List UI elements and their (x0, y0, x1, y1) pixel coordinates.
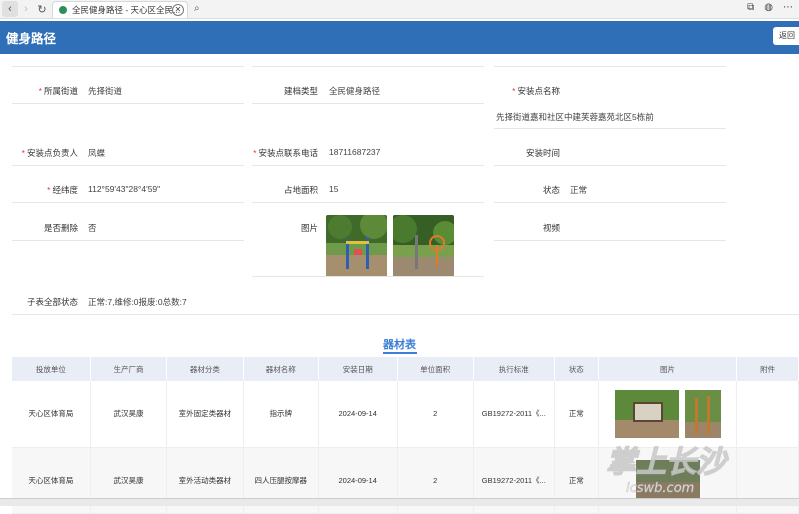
pictures-label: 图片 (300, 223, 318, 233)
divider (12, 202, 244, 203)
site-favicon-icon (59, 6, 67, 14)
equipment-table: 投放单位 生产厂商 器材分类 器材名称 安装日期 单位面积 执行标准 状态 图片… (12, 357, 799, 514)
deleted-label: 是否删除 (43, 223, 78, 233)
divider (252, 165, 484, 166)
more-menu-icon[interactable]: ⋯ (783, 2, 793, 13)
equipment-photo[interactable] (684, 389, 721, 438)
manager-value: 凤蝶 (88, 148, 106, 158)
state-label: 状态 (542, 185, 560, 195)
divider (494, 128, 726, 129)
install-time-label: 安装时间 (525, 148, 560, 158)
browser-toolbar: ‹ › ↻ 全民健身路径 - 天心区全民... ✕ ⌕ ⧉ ◍ ⋯ (0, 0, 799, 19)
column-header[interactable]: 附件 (736, 357, 799, 381)
site-photo[interactable] (326, 215, 387, 277)
table-cell: 2024-09-14 (318, 381, 398, 448)
archive-type-label: 建档类型 (283, 86, 318, 96)
app-header: 健身路径 返回 (0, 21, 799, 54)
divider (494, 240, 726, 241)
table-row[interactable]: 天心区体育局 武汉昊康 室外固定类器材 指示牌 2024-09-14 2 GB1… (12, 381, 799, 448)
street-value: 先择街道 (88, 86, 123, 96)
site-photo[interactable] (393, 215, 454, 277)
divider (12, 165, 244, 166)
phone-value: 18711687237 (329, 147, 381, 157)
divider (494, 202, 726, 203)
deleted-value: 否 (88, 223, 97, 233)
area-value: 15 (329, 184, 339, 194)
table-header-row: 投放单位 生产厂商 器材分类 器材名称 安装日期 单位面积 执行标准 状态 图片… (12, 357, 799, 381)
divider (12, 66, 244, 67)
divider (12, 103, 244, 104)
column-header[interactable]: 器材名称 (243, 357, 319, 381)
close-tab-icon[interactable]: ✕ (172, 4, 184, 16)
forward-arrow-icon[interactable]: › (18, 1, 34, 17)
divider (252, 103, 484, 104)
back-arrow-icon[interactable]: ‹ (2, 1, 18, 17)
attachment-cell (736, 381, 799, 448)
divider (252, 66, 484, 67)
table-cell: 2 (397, 381, 474, 448)
table-cell: 天心区体育局 (12, 381, 91, 448)
divider (252, 276, 484, 277)
area-label: 占地面积 (283, 185, 318, 195)
search-icon[interactable]: ⌕ (194, 3, 200, 14)
table-cell: 室外固定类器材 (166, 381, 244, 448)
equipment-photo[interactable] (635, 460, 700, 500)
refresh-icon[interactable]: ↻ (34, 1, 50, 17)
browser-tab[interactable]: 全民健身路径 - 天心区全民... ✕ (52, 1, 188, 18)
globe-icon[interactable]: ◍ (764, 2, 773, 13)
equipment-photo[interactable] (614, 389, 679, 438)
equipment-photos-cell (598, 381, 738, 448)
phone-label: * 安装点联系电话 (253, 148, 318, 158)
title-underline (383, 352, 417, 354)
column-header[interactable]: 单位面积 (397, 357, 474, 381)
archive-type-value: 全民健身路径 (329, 86, 381, 96)
split-view-icon[interactable]: ⧉ (747, 2, 754, 13)
column-header[interactable]: 器材分类 (166, 357, 244, 381)
coords-label: * 经纬度 (47, 185, 78, 195)
column-header[interactable]: 生产厂商 (90, 357, 168, 381)
page-title: 健身路径 (6, 32, 57, 46)
tab-title: 全民健身路径 - 天心区全民... (72, 5, 181, 15)
divider (494, 165, 726, 166)
manager-label: * 安装点负责人 (21, 148, 78, 158)
sub-status-value: 正常:7,维修:0报废:0总数:7 (88, 297, 187, 307)
return-button[interactable]: 返回 (773, 27, 799, 45)
column-header[interactable]: 图片 (598, 357, 738, 381)
column-header[interactable]: 执行标准 (473, 357, 555, 381)
site-name-value: 先择街道嘉和社区中建芙蓉嘉苑北区5栋前 (496, 112, 654, 122)
divider (12, 314, 799, 315)
divider (494, 66, 726, 67)
column-header[interactable]: 投放单位 (12, 357, 91, 381)
status-bar (0, 498, 799, 506)
street-label: * 所属街道 (38, 86, 78, 96)
equipment-section-title: 器材表 (0, 336, 799, 354)
site-name-label: * 安装点名称 (512, 86, 560, 96)
table-cell: 指示牌 (243, 381, 319, 448)
coords-value: 112°59'43"28°4'59" (88, 184, 161, 194)
divider (12, 240, 244, 241)
table-cell: GB19272-2011《... (473, 381, 555, 448)
divider (252, 202, 484, 203)
state-value: 正常 (570, 185, 588, 195)
sub-status-label: 子表全部状态 (26, 297, 78, 307)
video-label: 视频 (542, 223, 560, 233)
column-header[interactable]: 安装日期 (318, 357, 398, 381)
column-header[interactable]: 状态 (554, 357, 599, 381)
table-cell: 正常 (554, 381, 599, 448)
table-cell: 武汉昊康 (90, 381, 168, 448)
